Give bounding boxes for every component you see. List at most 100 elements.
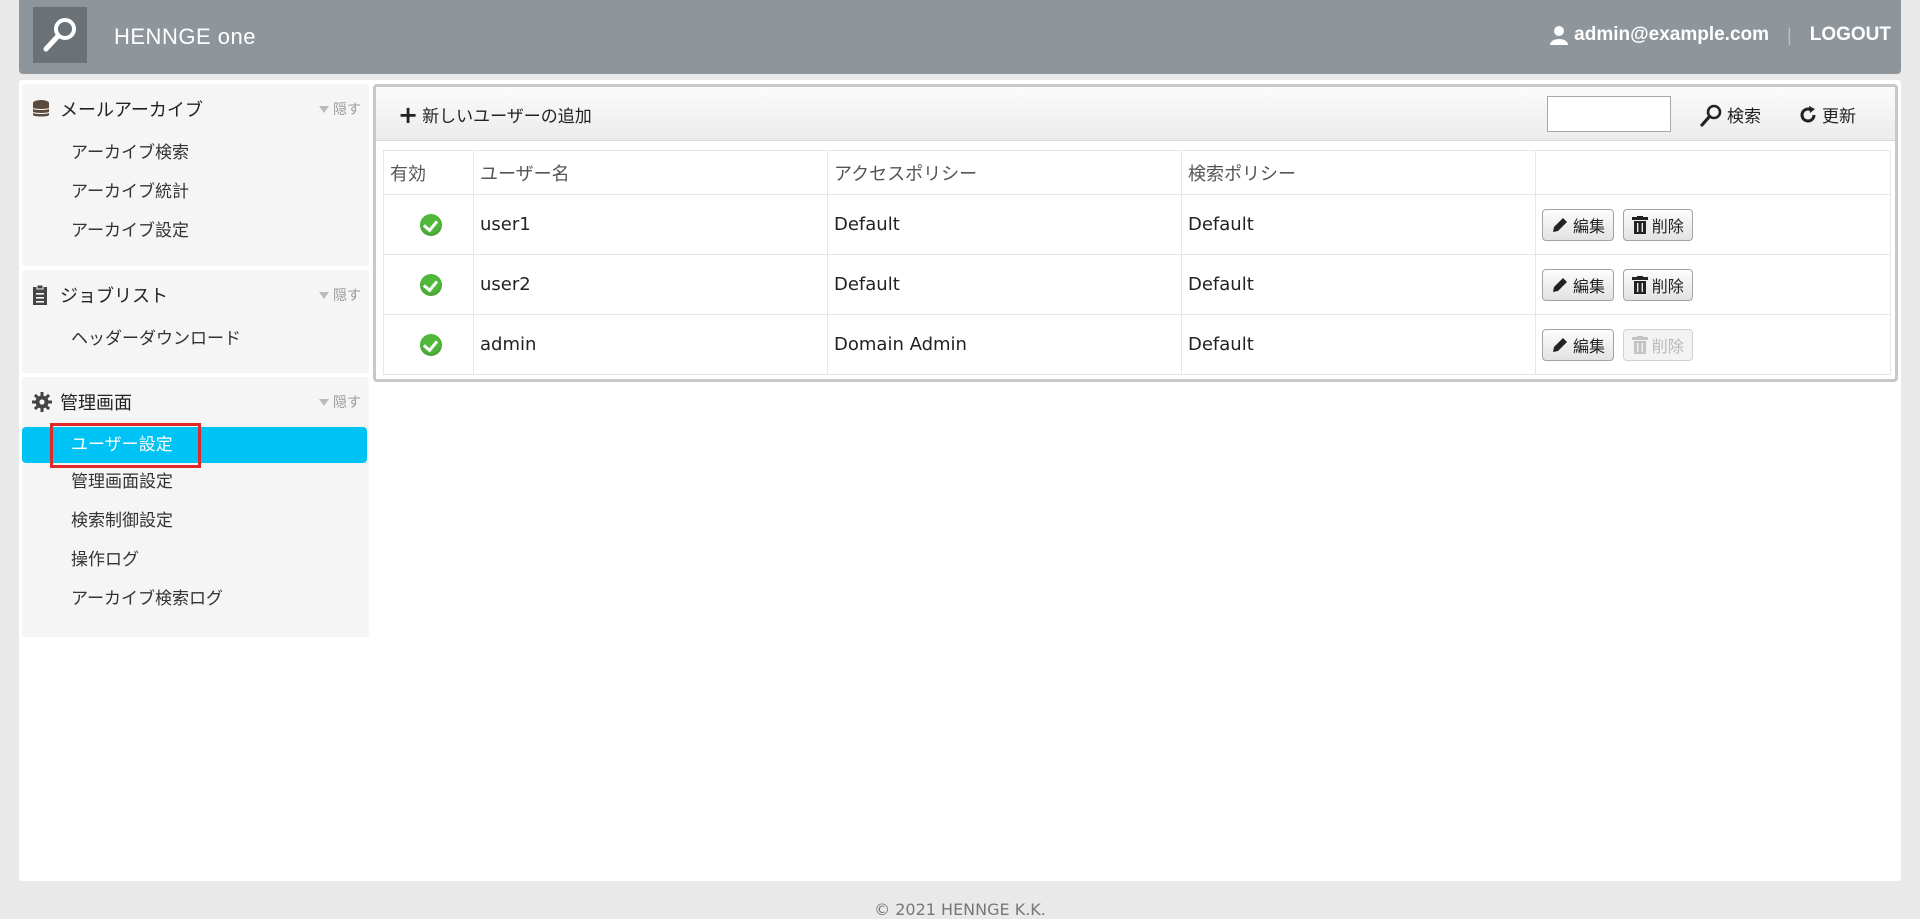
user-email[interactable]: admin@example.com xyxy=(1574,24,1769,46)
username-cell: admin xyxy=(473,314,828,375)
search-policy-cell: Default xyxy=(1181,194,1536,255)
enabled-cell xyxy=(383,254,474,315)
clipboard-icon xyxy=(32,284,54,306)
footer: © 2021 HENNGE K.K. xyxy=(0,900,1920,919)
search-icon xyxy=(1700,104,1722,127)
pencil-icon xyxy=(1553,277,1567,292)
sidebar-section-job-list: ジョブリスト 隠す ヘッダーダウンロード xyxy=(22,270,369,373)
pencil-icon xyxy=(1553,337,1567,352)
edit-button[interactable]: 編集 xyxy=(1542,328,1615,361)
hide-toggle[interactable]: 隠す xyxy=(319,99,361,119)
magnifier-logo-icon xyxy=(43,18,76,52)
copyright-text: © 2021 HENNGE K.K. xyxy=(874,900,1046,919)
triangle-down-icon xyxy=(319,105,329,113)
username-cell: user1 xyxy=(473,194,828,255)
edit-label: 編集 xyxy=(1573,276,1606,296)
refresh-button[interactable]: 更新 xyxy=(1798,102,1856,127)
actions-cell: 編集 削除 xyxy=(1535,254,1891,315)
column-header-access-policy[interactable]: アクセスポリシー xyxy=(827,150,1182,195)
user-icon xyxy=(1550,26,1569,45)
table-header-row: 有効 ユーザー名 アクセスポリシー 検索ポリシー xyxy=(383,150,1891,195)
hide-toggle[interactable]: 隠す xyxy=(319,285,361,305)
table-row: admin Domain Admin Default 編集 削除 xyxy=(383,314,1891,375)
enabled-cell xyxy=(383,194,474,255)
actions-cell: 編集 削除 xyxy=(1535,314,1891,375)
sidebar-section-title: メールアーカイブ xyxy=(60,100,203,121)
plus-icon: + xyxy=(398,100,419,129)
actions-cell: 編集 削除 xyxy=(1535,194,1891,255)
hide-label: 隠す xyxy=(333,102,361,118)
sidebar-item-user-settings[interactable]: ユーザー設定 xyxy=(22,423,367,468)
delete-button[interactable]: 削除 xyxy=(1622,268,1693,301)
sidebar-section-admin: 管理画面 隠す ユーザー設定 管理画面設定 検索制御設定 操作ログ アーカイブ検… xyxy=(22,377,369,637)
refresh-label: 更新 xyxy=(1822,107,1856,127)
check-circle-icon xyxy=(420,213,442,236)
sidebar-item-archive-stats[interactable]: アーカイブ統計 xyxy=(22,173,369,212)
delete-label: 削除 xyxy=(1651,216,1684,236)
delete-label: 削除 xyxy=(1651,336,1684,356)
search-policy-cell: Default xyxy=(1181,254,1536,315)
hide-label: 隠す xyxy=(333,288,361,304)
sidebar-section-mail-archive: メールアーカイブ 隠す アーカイブ検索 アーカイブ統計 アーカイブ設定 xyxy=(22,84,369,266)
search-input[interactable] xyxy=(1547,96,1671,132)
page-body: メールアーカイブ 隠す アーカイブ検索 アーカイブ統計 アーカイブ設定 ジョブリ… xyxy=(19,80,1901,881)
grid-toolbar: + 新しいユーザーの追加 検索 更新 xyxy=(376,87,1895,141)
users-table: 有効 ユーザー名 アクセスポリシー 検索ポリシー user1 Default D… xyxy=(383,150,1891,375)
search-button[interactable]: 検索 xyxy=(1699,102,1761,127)
column-header-enabled[interactable]: 有効 xyxy=(383,150,474,195)
search-policy-cell: Default xyxy=(1181,314,1536,375)
sidebar-section-header[interactable]: ジョブリスト 隠す xyxy=(22,270,369,320)
triangle-down-icon xyxy=(319,291,329,299)
edit-label: 編集 xyxy=(1573,336,1606,356)
database-icon xyxy=(32,99,54,119)
access-policy-cell: Default xyxy=(827,254,1182,315)
delete-button-disabled: 削除 xyxy=(1622,328,1693,361)
hide-label: 隠す xyxy=(333,395,361,411)
header-divider: | xyxy=(1787,24,1792,45)
sidebar-section-title: 管理画面 xyxy=(60,393,132,414)
gear-icon xyxy=(32,392,54,412)
sidebar-item-operation-log[interactable]: 操作ログ xyxy=(22,541,369,580)
check-circle-icon xyxy=(420,273,442,296)
brand-name: HENNGE one xyxy=(114,24,256,49)
logo[interactable] xyxy=(33,7,87,63)
table-row: user2 Default Default 編集 削除 xyxy=(383,254,1891,315)
sidebar-item-admin-settings[interactable]: 管理画面設定 xyxy=(22,463,369,502)
trash-icon xyxy=(1631,275,1648,294)
access-policy-cell: Default xyxy=(827,194,1182,255)
check-circle-icon xyxy=(420,333,442,356)
add-user-label: 新しいユーザーの追加 xyxy=(422,107,592,127)
user-grid-panel: + 新しいユーザーの追加 検索 更新 有効 ユーザー名 アクセスポリシー 検索ポ… xyxy=(373,84,1898,382)
delete-button[interactable]: 削除 xyxy=(1622,208,1693,241)
edit-button[interactable]: 編集 xyxy=(1542,268,1615,301)
top-header: HENNGE one admin@example.com | LOGOUT xyxy=(19,0,1901,74)
add-user-button[interactable]: + 新しいユーザーの追加 xyxy=(398,100,592,129)
triangle-down-icon xyxy=(319,398,329,406)
username-cell: user2 xyxy=(473,254,828,315)
hide-toggle[interactable]: 隠す xyxy=(319,392,361,412)
pencil-icon xyxy=(1553,217,1567,232)
trash-icon xyxy=(1631,215,1648,234)
trash-icon xyxy=(1631,335,1648,354)
sidebar-item-header-download[interactable]: ヘッダーダウンロード xyxy=(22,320,369,359)
delete-label: 削除 xyxy=(1651,276,1684,296)
search-label: 検索 xyxy=(1727,107,1761,127)
column-header-username[interactable]: ユーザー名 xyxy=(473,150,828,195)
sidebar-section-header[interactable]: メールアーカイブ 隠す xyxy=(22,84,369,134)
edit-label: 編集 xyxy=(1573,216,1606,236)
edit-button[interactable]: 編集 xyxy=(1542,208,1615,241)
sidebar-section-title: ジョブリスト xyxy=(60,286,168,307)
table-row: user1 Default Default 編集 削除 xyxy=(383,194,1891,255)
enabled-cell xyxy=(383,314,474,375)
user-area: admin@example.com | LOGOUT xyxy=(1550,24,1891,46)
sidebar-section-header[interactable]: 管理画面 隠す xyxy=(22,377,369,427)
logout-button[interactable]: LOGOUT xyxy=(1810,24,1891,46)
column-header-actions xyxy=(1535,150,1891,195)
column-header-search-policy[interactable]: 検索ポリシー xyxy=(1181,150,1536,195)
sidebar-item-archive-settings[interactable]: アーカイブ設定 xyxy=(22,212,369,251)
access-policy-cell: Domain Admin xyxy=(827,314,1182,375)
sidebar-item-search-control[interactable]: 検索制御設定 xyxy=(22,502,369,541)
sidebar-item-archive-search[interactable]: アーカイブ検索 xyxy=(22,134,369,173)
refresh-icon xyxy=(1800,105,1816,122)
sidebar-item-archive-search-log[interactable]: アーカイブ検索ログ xyxy=(22,580,369,619)
